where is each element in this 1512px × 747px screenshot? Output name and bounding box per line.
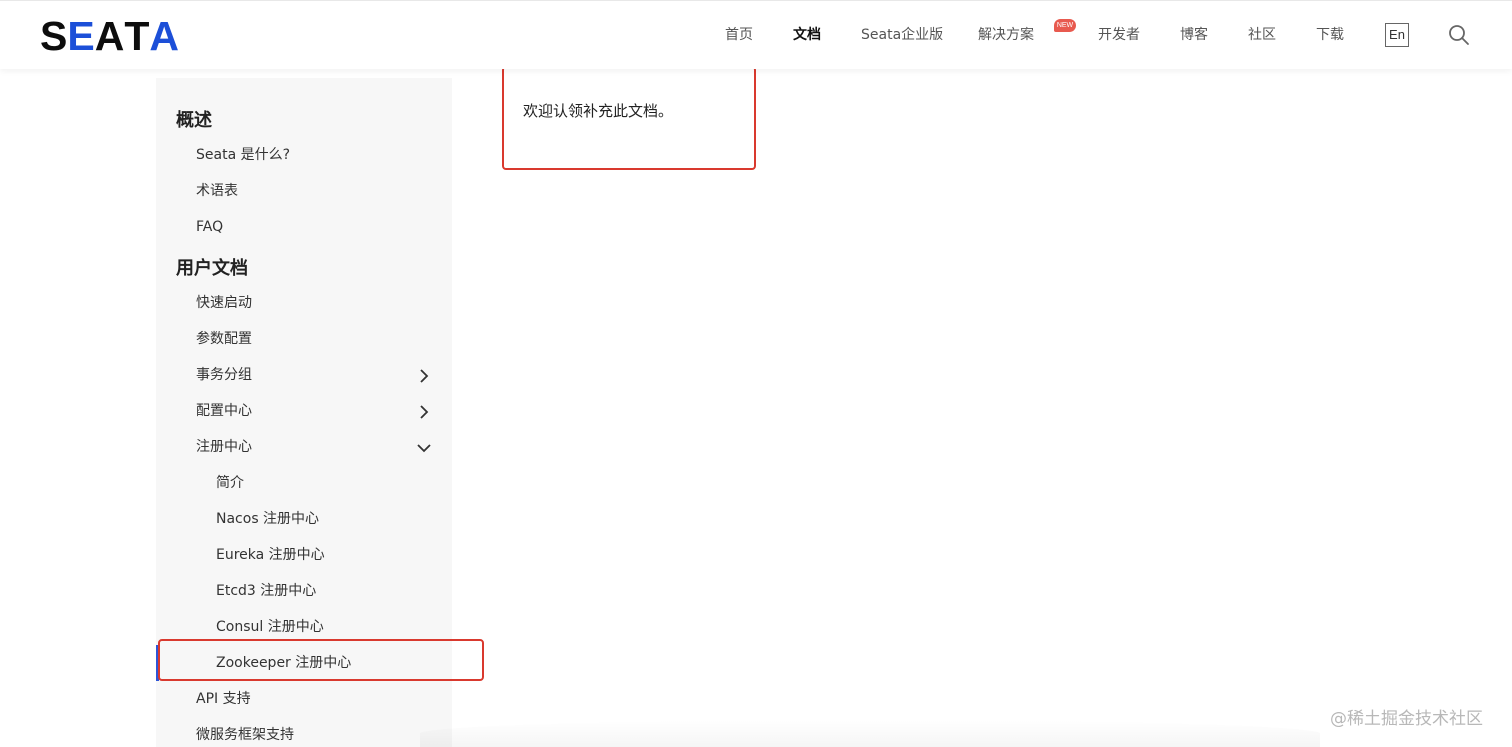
sidebar-group-overview: 概述 xyxy=(176,110,212,131)
annotation-highlight-sidebar xyxy=(158,639,484,681)
sidebar-item-registry-etcd3[interactable]: Etcd3 注册中心 xyxy=(216,581,316,601)
logo-letter-a2: A xyxy=(149,12,179,59)
nav-community[interactable]: 社区 xyxy=(1248,25,1276,45)
nav-download[interactable]: 下载 xyxy=(1316,25,1344,45)
nav-solutions[interactable]: 解决方案 xyxy=(978,25,1034,45)
doc-content-text: 欢迎认领补充此文档。 xyxy=(523,102,674,120)
sidebar-item-faq[interactable]: FAQ xyxy=(196,217,223,237)
sidebar-item-quick-start[interactable]: 快速启动 xyxy=(196,293,252,313)
sidebar-item-registry-consul[interactable]: Consul 注册中心 xyxy=(216,617,324,637)
sidebar-item-glossary[interactable]: 术语表 xyxy=(196,181,238,201)
sidebar-item-tx-group[interactable]: 事务分组 xyxy=(196,365,252,385)
chevron-down-icon[interactable] xyxy=(416,440,432,456)
sidebar-group-user-docs: 用户文档 xyxy=(176,258,248,279)
logo-letter-t: T xyxy=(124,12,150,59)
new-badge: NEW xyxy=(1054,19,1076,32)
sidebar-item-registry-intro[interactable]: 简介 xyxy=(216,473,244,493)
nav-docs[interactable]: 文档 xyxy=(793,25,821,45)
nav-home[interactable]: 首页 xyxy=(725,25,753,45)
search-icon[interactable] xyxy=(1448,24,1470,46)
sidebar-item-registry-eureka[interactable]: Eureka 注册中心 xyxy=(216,545,325,565)
chevron-right-icon[interactable] xyxy=(416,368,432,384)
language-toggle-button[interactable]: En xyxy=(1385,23,1409,47)
sidebar-item-registry-center[interactable]: 注册中心 xyxy=(196,437,252,457)
sidebar-item-what-is-seata[interactable]: Seata 是什么? xyxy=(196,145,290,165)
logo-letter-s: S xyxy=(40,12,68,59)
bottom-shadow xyxy=(420,720,1320,747)
sidebar-item-microservice-support[interactable]: 微服务框架支持 xyxy=(196,725,294,745)
logo-letter-e: E xyxy=(67,12,95,59)
page: SEATA 首页 文档 Seata企业版 解决方案 NEW 开发者 博客 社区 … xyxy=(0,0,1512,747)
nav-developers[interactable]: 开发者 xyxy=(1098,25,1140,45)
top-navbar: SEATA 首页 文档 Seata企业版 解决方案 NEW 开发者 博客 社区 … xyxy=(0,0,1512,69)
nav-enterprise[interactable]: Seata企业版 xyxy=(861,25,943,45)
sidebar-item-config-center[interactable]: 配置中心 xyxy=(196,401,252,421)
watermark: @稀土掘金技术社区 xyxy=(1330,709,1483,729)
sidebar-item-api-support[interactable]: API 支持 xyxy=(196,689,251,709)
logo-letter-a: A xyxy=(94,12,125,59)
sidebar-item-registry-nacos[interactable]: Nacos 注册中心 xyxy=(216,509,319,529)
nav-blog[interactable]: 博客 xyxy=(1180,25,1208,45)
sidebar-item-parameters[interactable]: 参数配置 xyxy=(196,329,252,349)
seata-logo[interactable]: SEATA xyxy=(40,12,179,59)
chevron-right-icon[interactable] xyxy=(416,404,432,420)
